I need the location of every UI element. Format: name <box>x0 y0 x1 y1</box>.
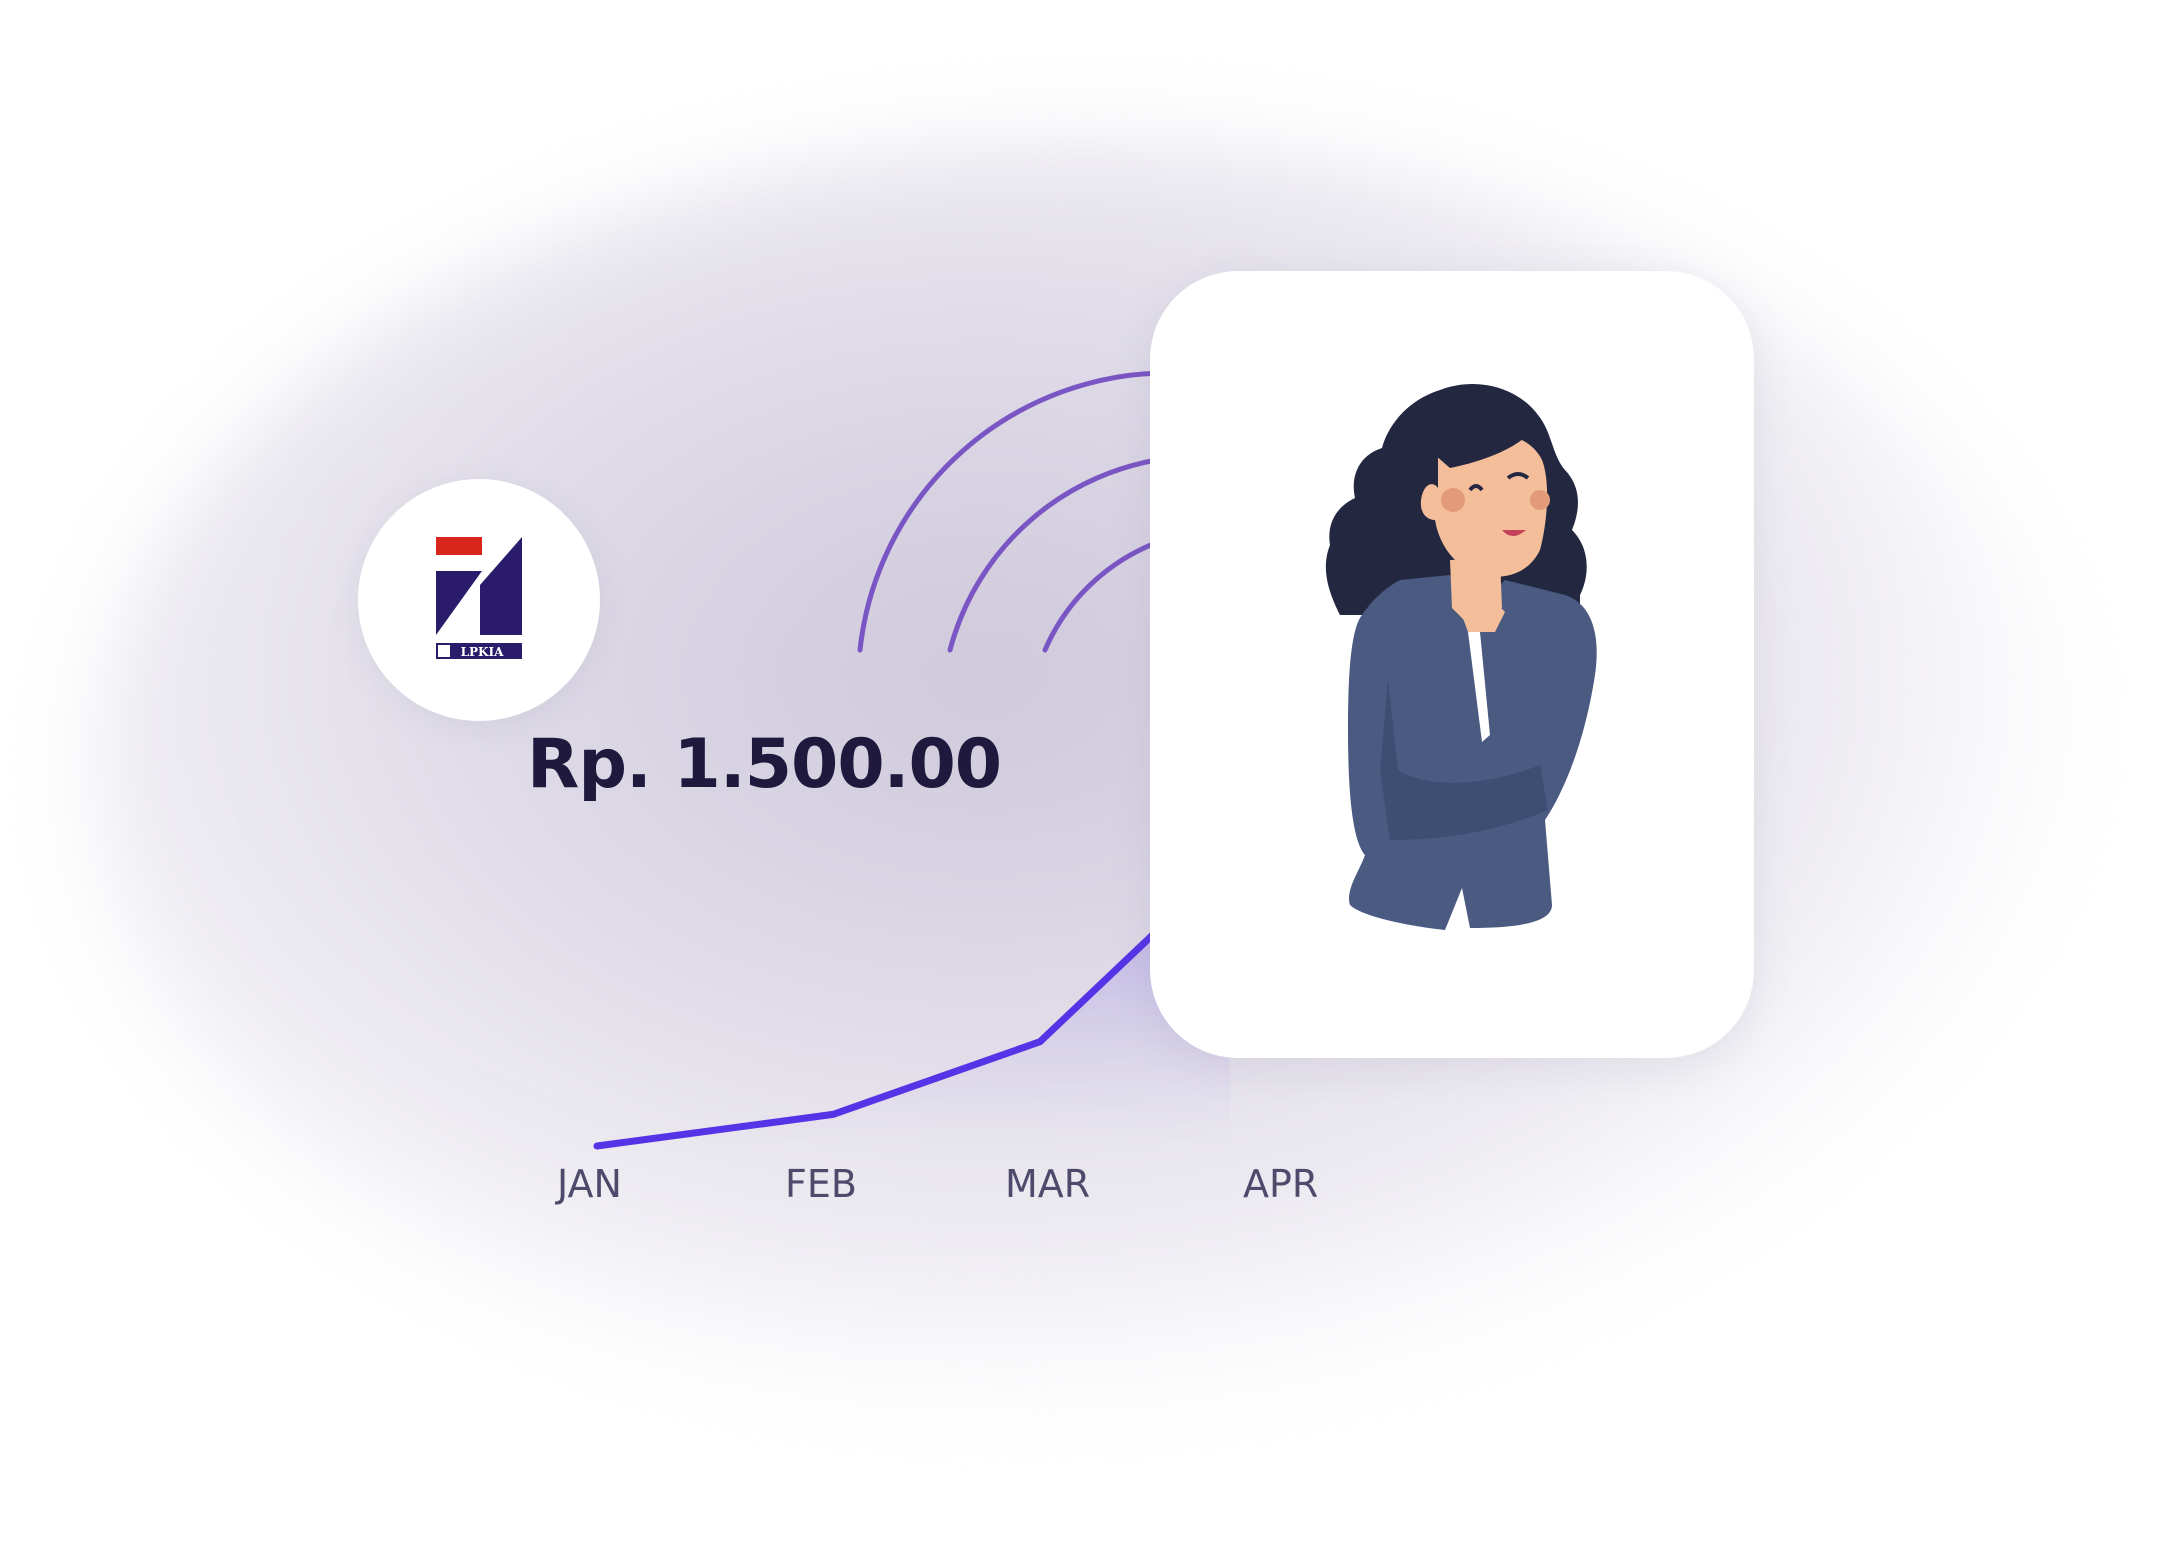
hero-illustration: JAN FEB MAR APR LPKIA Rp. 1.500.00 <box>0 0 2166 1551</box>
x-tick-label: MAR <box>1005 1162 1091 1206</box>
cheek-icon <box>1530 490 1550 510</box>
x-tick-label: JAN <box>557 1162 622 1206</box>
x-tick-label: FEB <box>785 1162 857 1206</box>
signal-arc-outer <box>857 370 1173 653</box>
x-tick-label: APR <box>1243 1162 1319 1206</box>
lpkia-logo-icon: LPKIA <box>436 537 522 659</box>
chart-area-fill <box>597 861 1230 1146</box>
cheek-icon <box>1441 488 1465 512</box>
logo-text: LPKIA <box>461 645 505 659</box>
signal-arcs <box>857 370 1173 653</box>
thinking-woman-illustration-icon <box>1325 384 1597 930</box>
chart <box>593 370 1234 1150</box>
balance-amount: Rp. 1.500.00 <box>527 725 1002 804</box>
